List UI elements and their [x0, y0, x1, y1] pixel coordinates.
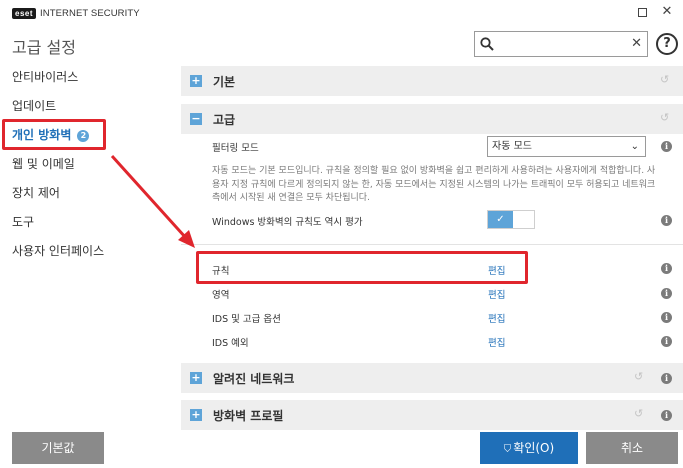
ids-exceptions-label: IDS 예외: [212, 338, 249, 349]
zones-label: 영역: [212, 290, 230, 301]
info-icon[interactable]: i: [661, 215, 672, 226]
eset-logo: eset INTERNET SECURITY: [12, 7, 140, 19]
rules-highlight-box: [196, 251, 528, 284]
sidebar-item-label: 웹 및 이메일: [12, 157, 75, 171]
title-bar: eset INTERNET SECURITY ✕: [0, 0, 683, 26]
section-known-networks[interactable]: + 알려진 네트워크 ↺ i: [181, 363, 683, 393]
maximize-button[interactable]: [634, 4, 650, 20]
expand-icon[interactable]: +: [190, 75, 202, 87]
undo-icon[interactable]: ↺: [634, 370, 643, 383]
undo-icon[interactable]: ↺: [660, 111, 669, 124]
info-icon[interactable]: i: [661, 263, 672, 274]
info-icon[interactable]: i: [661, 410, 672, 421]
section-firewall-profiles[interactable]: + 방화벽 프로필 ↺ i: [181, 400, 683, 430]
sidebar-item-label: 장치 제어: [12, 186, 60, 200]
windows-firewall-rules-label: Windows 방화벽의 규칙도 역시 평가: [212, 217, 363, 228]
help-icon[interactable]: ?: [656, 33, 678, 55]
settings-panel: + 기본 ↺ − 고급 ↺ 필터링 모드 자동 모드 ⌄ i 자동 모드는 기본…: [181, 66, 683, 432]
ids-advanced-options-edit-link[interactable]: 편집: [488, 311, 505, 325]
sidebar-item-label: 도구: [12, 215, 35, 229]
info-icon[interactable]: i: [661, 141, 672, 152]
section-title: 알려진 네트워크: [213, 372, 295, 386]
sidebar-highlight-box: [2, 119, 106, 150]
info-icon[interactable]: i: [661, 288, 672, 299]
undo-icon[interactable]: ↺: [660, 73, 669, 86]
close-window-button[interactable]: ✕: [659, 4, 675, 20]
footer: 기본값 ⛉ 확인(O) 취소: [0, 432, 683, 468]
collapse-icon[interactable]: −: [190, 113, 202, 125]
sidebar-item-label: 사용자 인터페이스: [12, 244, 105, 258]
section-basic[interactable]: + 기본 ↺: [181, 66, 683, 96]
cancel-button[interactable]: 취소: [586, 432, 678, 464]
product-name: INTERNET SECURITY: [40, 7, 140, 19]
chevron-down-icon: ⌄: [630, 141, 639, 152]
expand-icon[interactable]: +: [190, 409, 202, 421]
close-icon: ✕: [661, 4, 673, 19]
filtering-mode-label: 필터링 모드: [212, 143, 259, 154]
info-icon[interactable]: i: [661, 312, 672, 323]
sidebar-item-antivirus[interactable]: 안티바이러스: [0, 63, 168, 92]
sidebar-item-update[interactable]: 업데이트: [0, 92, 168, 121]
search-icon: [480, 37, 494, 51]
undo-icon[interactable]: ↺: [634, 407, 643, 420]
sidebar: 안티바이러스 업데이트 개인 방화벽 2 웹 및 이메일 장치 제어 도구 사용자…: [0, 63, 168, 266]
ids-exceptions-edit-link[interactable]: 편집: [488, 335, 505, 349]
section-title: 방화벽 프로필: [213, 409, 284, 423]
clear-search-icon[interactable]: ✕: [631, 36, 642, 52]
windows-firewall-rules-toggle[interactable]: ✓: [487, 210, 535, 229]
section-title: 고급: [213, 113, 236, 127]
check-icon: ✓: [488, 211, 513, 228]
ids-advanced-options-label: IDS 및 고급 옵션: [212, 314, 281, 325]
info-icon[interactable]: i: [661, 336, 672, 347]
logo-badge: eset: [12, 7, 37, 19]
zones-edit-link[interactable]: 편집: [488, 287, 505, 301]
section-advanced[interactable]: − 고급 ↺: [181, 104, 683, 134]
maximize-icon: [637, 8, 647, 17]
sidebar-item-label: 업데이트: [12, 99, 57, 113]
ok-button-label: 확인(O): [513, 441, 555, 455]
info-icon[interactable]: i: [661, 373, 672, 384]
sidebar-item-tools[interactable]: 도구: [0, 208, 168, 237]
sidebar-item-label: 안티바이러스: [12, 70, 79, 84]
page-title: 고급 설정: [12, 38, 76, 57]
default-button[interactable]: 기본값: [12, 432, 104, 464]
ok-button[interactable]: ⛉ 확인(O): [480, 432, 578, 464]
shield-icon: ⛉: [503, 444, 512, 455]
expand-icon[interactable]: +: [190, 372, 202, 384]
search-input[interactable]: ✕: [474, 31, 648, 57]
filtering-mode-select[interactable]: 자동 모드 ⌄: [487, 136, 646, 157]
section-title: 기본: [213, 75, 236, 89]
filtering-mode-description: 자동 모드는 기본 모드입니다. 규칙을 정의할 필요 없이 방화벽을 쉽고 편…: [212, 166, 656, 203]
filtering-mode-value: 자동 모드: [492, 141, 532, 152]
sidebar-item-web-email[interactable]: 웹 및 이메일: [0, 150, 168, 179]
sidebar-item-user-interface[interactable]: 사용자 인터페이스: [0, 237, 168, 266]
divider: [181, 244, 683, 245]
sidebar-item-device-control[interactable]: 장치 제어: [0, 179, 168, 208]
